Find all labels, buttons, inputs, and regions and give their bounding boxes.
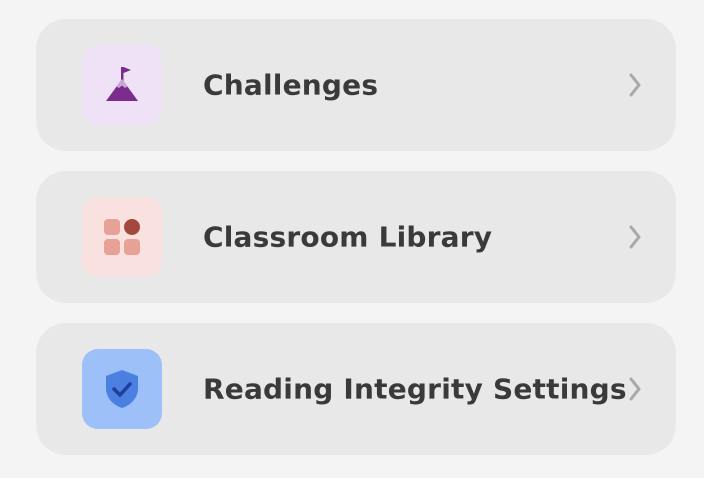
- chevron-right-icon: [629, 225, 641, 249]
- menu-item-reading-integrity-settings[interactable]: Reading Integrity Settings: [36, 323, 676, 455]
- reading-integrity-icon-tile: [82, 349, 162, 429]
- classroom-library-icon-tile: [82, 197, 162, 277]
- chevron-right-icon: [629, 73, 641, 97]
- grid-dots-icon: [104, 219, 140, 255]
- menu-item-label: Reading Integrity Settings: [203, 372, 627, 406]
- mountain-flag-icon: [106, 67, 138, 101]
- menu-item-challenges[interactable]: Challenges: [36, 19, 676, 151]
- chevron-right-icon: [629, 377, 641, 401]
- menu-item-label: Classroom Library: [203, 220, 493, 254]
- menu-item-classroom-library[interactable]: Classroom Library: [36, 171, 676, 303]
- challenges-icon-tile: [82, 45, 162, 125]
- menu-item-label: Challenges: [203, 68, 379, 102]
- shield-check-icon: [106, 370, 138, 408]
